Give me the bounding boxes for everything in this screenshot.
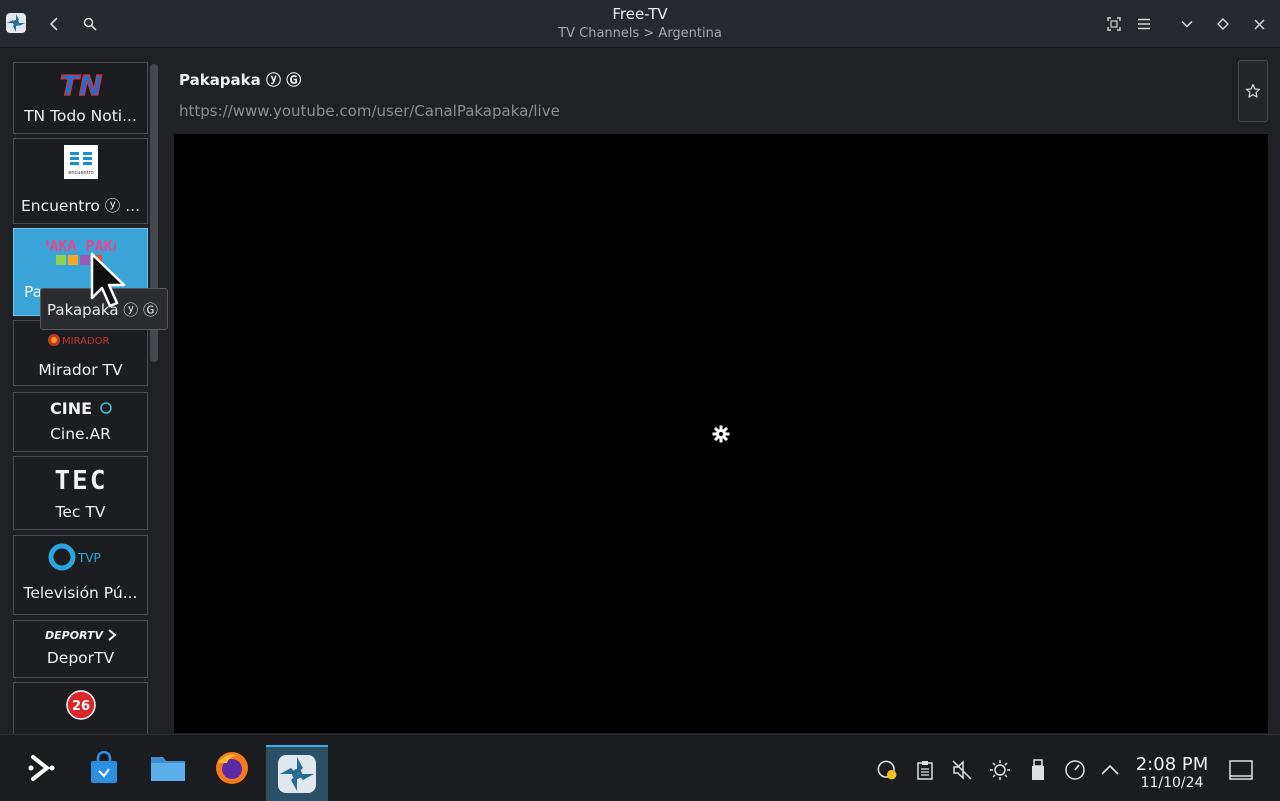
clock-date[interactable]: 11/10/24 bbox=[1132, 775, 1212, 791]
channel-label: TN Todo Noti... bbox=[24, 107, 137, 125]
brightness-tray[interactable] bbox=[989, 759, 1011, 781]
discover-store-button[interactable] bbox=[80, 743, 128, 793]
performance-tray[interactable] bbox=[1064, 759, 1086, 781]
channel-label: Encuentro ⓨ ... bbox=[20, 197, 141, 215]
channel-card-tectv[interactable]: TEC Tec TV bbox=[13, 456, 148, 530]
minimize-button[interactable] bbox=[1173, 10, 1201, 38]
gauge-icon bbox=[1065, 760, 1085, 780]
close-icon bbox=[1253, 18, 1265, 30]
channel-card-tn[interactable]: TN TN Todo Noti... bbox=[13, 62, 148, 134]
tectv-logo: TEC bbox=[14, 463, 147, 495]
channel-label: Tec TV bbox=[55, 503, 106, 521]
channel-card-tvp[interactable]: TVP Televisión Pú... bbox=[13, 535, 148, 615]
usb-drive-icon bbox=[1032, 759, 1044, 780]
fullscreen-button[interactable] bbox=[1100, 10, 1128, 38]
cinear-logo: CINE bbox=[14, 398, 147, 418]
svg-text:CINE: CINE bbox=[50, 399, 92, 418]
chevron-up-icon bbox=[1101, 764, 1119, 775]
channel-card-encuentro[interactable]: encuentro Encuentro ⓨ ... bbox=[13, 138, 148, 224]
channel-label: DeporTV bbox=[46, 649, 115, 667]
firefox-button[interactable] bbox=[208, 743, 256, 793]
favorite-button[interactable] bbox=[1238, 60, 1268, 122]
app-launcher-button[interactable] bbox=[18, 743, 66, 793]
volume-muted-icon bbox=[952, 760, 972, 780]
channel-label: Mirador TV bbox=[38, 361, 123, 379]
video-player[interactable] bbox=[174, 134, 1268, 733]
channel-card-deportv[interactable]: DEPORTV DeporTV bbox=[13, 620, 148, 678]
deportv-logo: DEPORTV bbox=[14, 627, 147, 643]
svg-text:DEPORTV: DEPORTV bbox=[45, 629, 105, 642]
clipboard-icon bbox=[917, 761, 933, 780]
encuentro-logo: encuentro bbox=[14, 145, 147, 179]
firefox-icon bbox=[216, 752, 248, 784]
clock-time[interactable]: 2:08 PM bbox=[1132, 754, 1212, 775]
show-desktop-button[interactable] bbox=[1228, 759, 1254, 781]
channel-card-cinear[interactable]: CINE Cine.AR bbox=[13, 392, 148, 452]
tvp-logo: TVP bbox=[14, 542, 147, 572]
channel-card-26tv[interactable]: 26 bbox=[13, 682, 148, 734]
channel-label: Televisión Pú... bbox=[23, 584, 138, 602]
channel-label: Cine.AR bbox=[50, 425, 111, 443]
fullscreen-icon bbox=[1107, 17, 1121, 31]
canal26-logo: 26 bbox=[14, 689, 147, 721]
storage-tray[interactable] bbox=[1027, 759, 1049, 781]
maximize-button[interactable] bbox=[1209, 10, 1237, 38]
mouse-pointer-icon bbox=[90, 252, 126, 308]
store-bag-icon bbox=[91, 751, 117, 783]
show-hidden-tray-button[interactable] bbox=[1099, 759, 1121, 781]
breadcrumb: TV Channels > Argentina bbox=[558, 26, 722, 41]
mirador-logo: MIRADOR bbox=[14, 331, 147, 349]
svg-text:TEC: TEC bbox=[54, 466, 107, 495]
file-manager-button[interactable] bbox=[144, 743, 192, 793]
update-status-icon bbox=[877, 760, 897, 780]
free-tv-task-button[interactable] bbox=[266, 745, 328, 801]
diamond-icon bbox=[1217, 18, 1229, 30]
show-desktop-icon bbox=[1229, 760, 1253, 780]
channel-url[interactable]: https://www.youtube.com/user/CanalPakapa… bbox=[179, 102, 560, 120]
svg-text:TN: TN bbox=[59, 71, 102, 99]
menu-button[interactable] bbox=[1130, 10, 1158, 38]
svg-text:encuentro: encuentro bbox=[68, 170, 93, 176]
loading-gear-icon bbox=[712, 425, 730, 443]
update-status-tray[interactable] bbox=[876, 759, 898, 781]
folder-icon bbox=[151, 757, 185, 781]
brightness-icon bbox=[990, 760, 1010, 780]
svg-text:26: 26 bbox=[71, 699, 89, 714]
clipboard-tray[interactable] bbox=[914, 759, 936, 781]
close-button[interactable] bbox=[1245, 10, 1273, 38]
channel-title: Pakapaka ⓨ Ⓖ bbox=[179, 71, 302, 89]
chevron-down-icon bbox=[1181, 20, 1193, 28]
window-title: Free-TV bbox=[612, 5, 668, 23]
svg-text:TVP: TVP bbox=[77, 551, 101, 565]
hamburger-menu-icon bbox=[1138, 18, 1150, 30]
taskbar bbox=[0, 734, 1280, 801]
title-bar: Free-TV TV Channels > Argentina bbox=[0, 0, 1280, 48]
free-tv-app-icon bbox=[278, 755, 316, 793]
tn-logo: TN bbox=[14, 71, 147, 99]
star-icon bbox=[1245, 83, 1261, 98]
volume-tray[interactable] bbox=[951, 759, 973, 781]
svg-text:MIRADOR: MIRADOR bbox=[62, 336, 110, 347]
steamos-launcher-icon bbox=[28, 755, 55, 781]
channel-list: TN TN Todo Noti... encuentro Encuentro ⓨ… bbox=[10, 60, 160, 734]
